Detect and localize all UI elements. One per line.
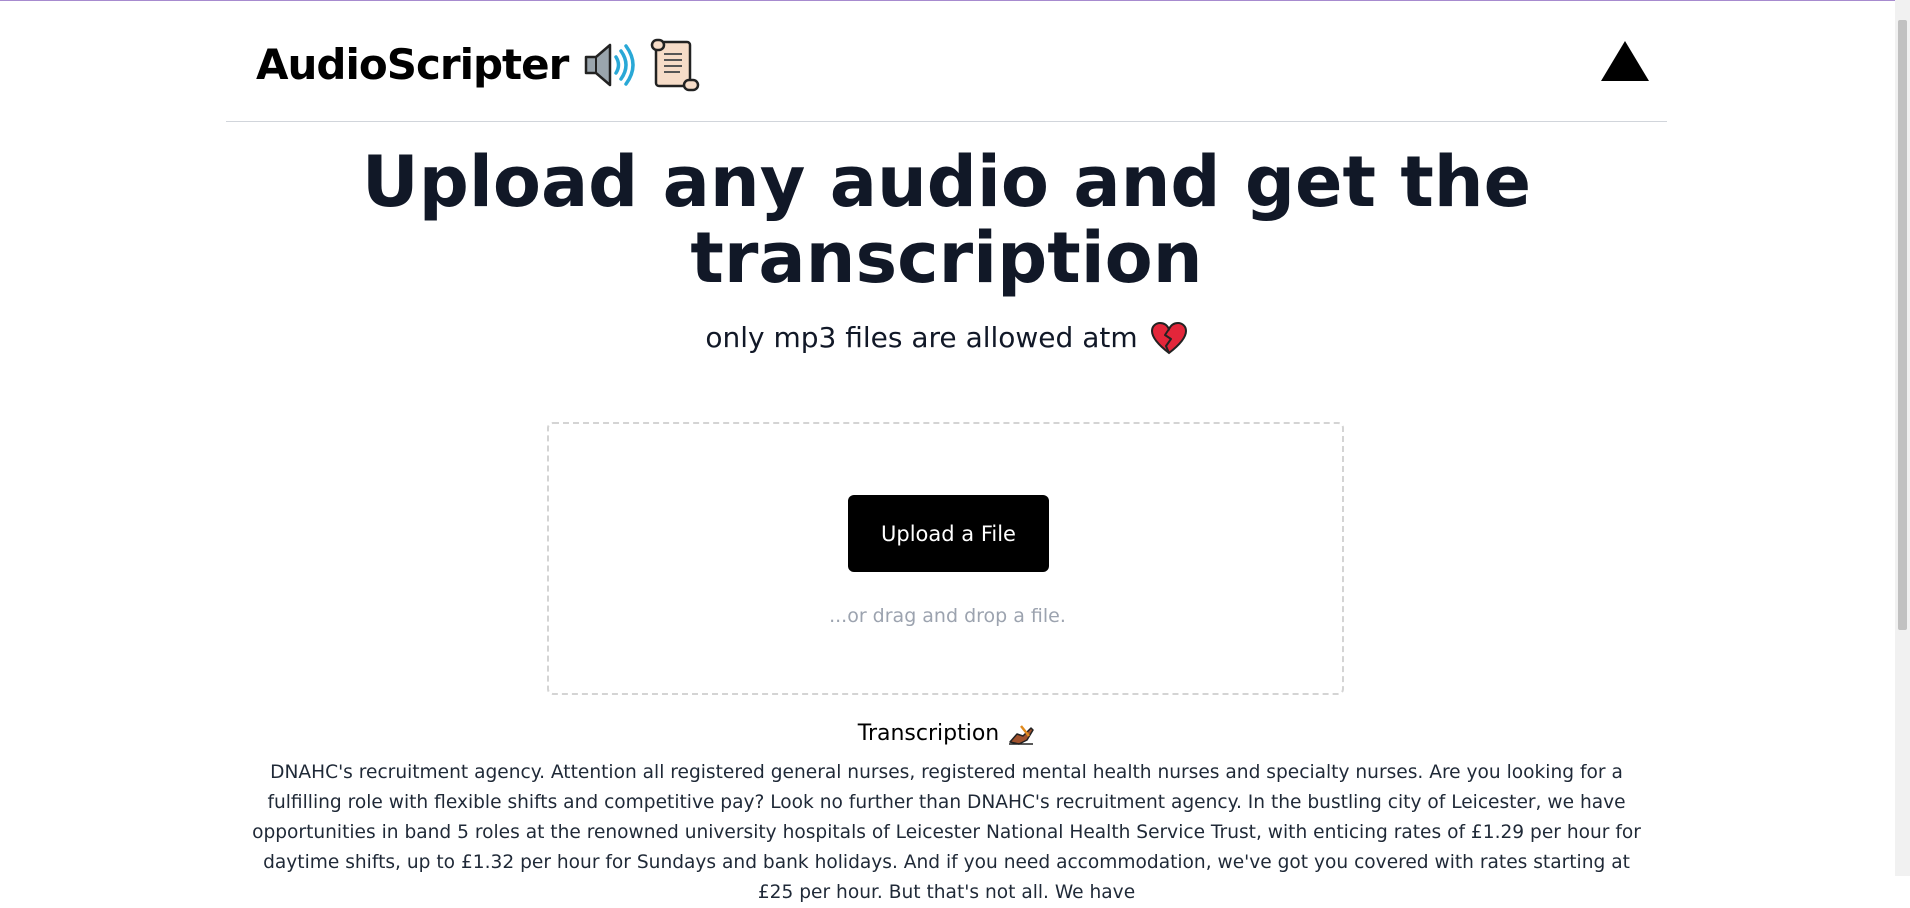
transcription-heading: Transcription (226, 718, 1667, 750)
transcription-text: DNAHC's recruitment agency. Attention al… (252, 762, 1641, 903)
page-container: AudioScripter Upload any audio and get t… (226, 0, 1667, 903)
transcription-heading-text: Transcription (857, 721, 1000, 746)
writing-hand-icon (1007, 722, 1035, 746)
scroll-icon (650, 38, 700, 92)
hero-title: Upload any audio and get the transcripti… (226, 144, 1667, 296)
brand-title: AudioScripter (256, 40, 569, 89)
speaker-high-volume-icon (582, 41, 636, 89)
broken-heart-icon (1150, 321, 1188, 355)
drag-drop-hint: ...or drag and drop a file. (829, 605, 1066, 627)
file-dropzone[interactable]: Upload a File ...or drag and drop a file… (547, 422, 1344, 695)
navbar: AudioScripter (226, 0, 1667, 122)
page-scrollbar[interactable] (1895, 0, 1910, 876)
triangle-up-icon[interactable] (1600, 39, 1650, 83)
upload-file-button[interactable]: Upload a File (848, 495, 1049, 572)
hero-title-line2: transcription (690, 217, 1203, 299)
brand[interactable]: AudioScripter (256, 36, 700, 94)
hero-subtitle: only mp3 files are allowed atm (226, 318, 1667, 358)
hero-subtitle-text: only mp3 files are allowed atm (705, 321, 1138, 354)
scrollbar-thumb[interactable] (1898, 20, 1907, 630)
hero-title-line1: Upload any audio and get the (361, 141, 1532, 223)
